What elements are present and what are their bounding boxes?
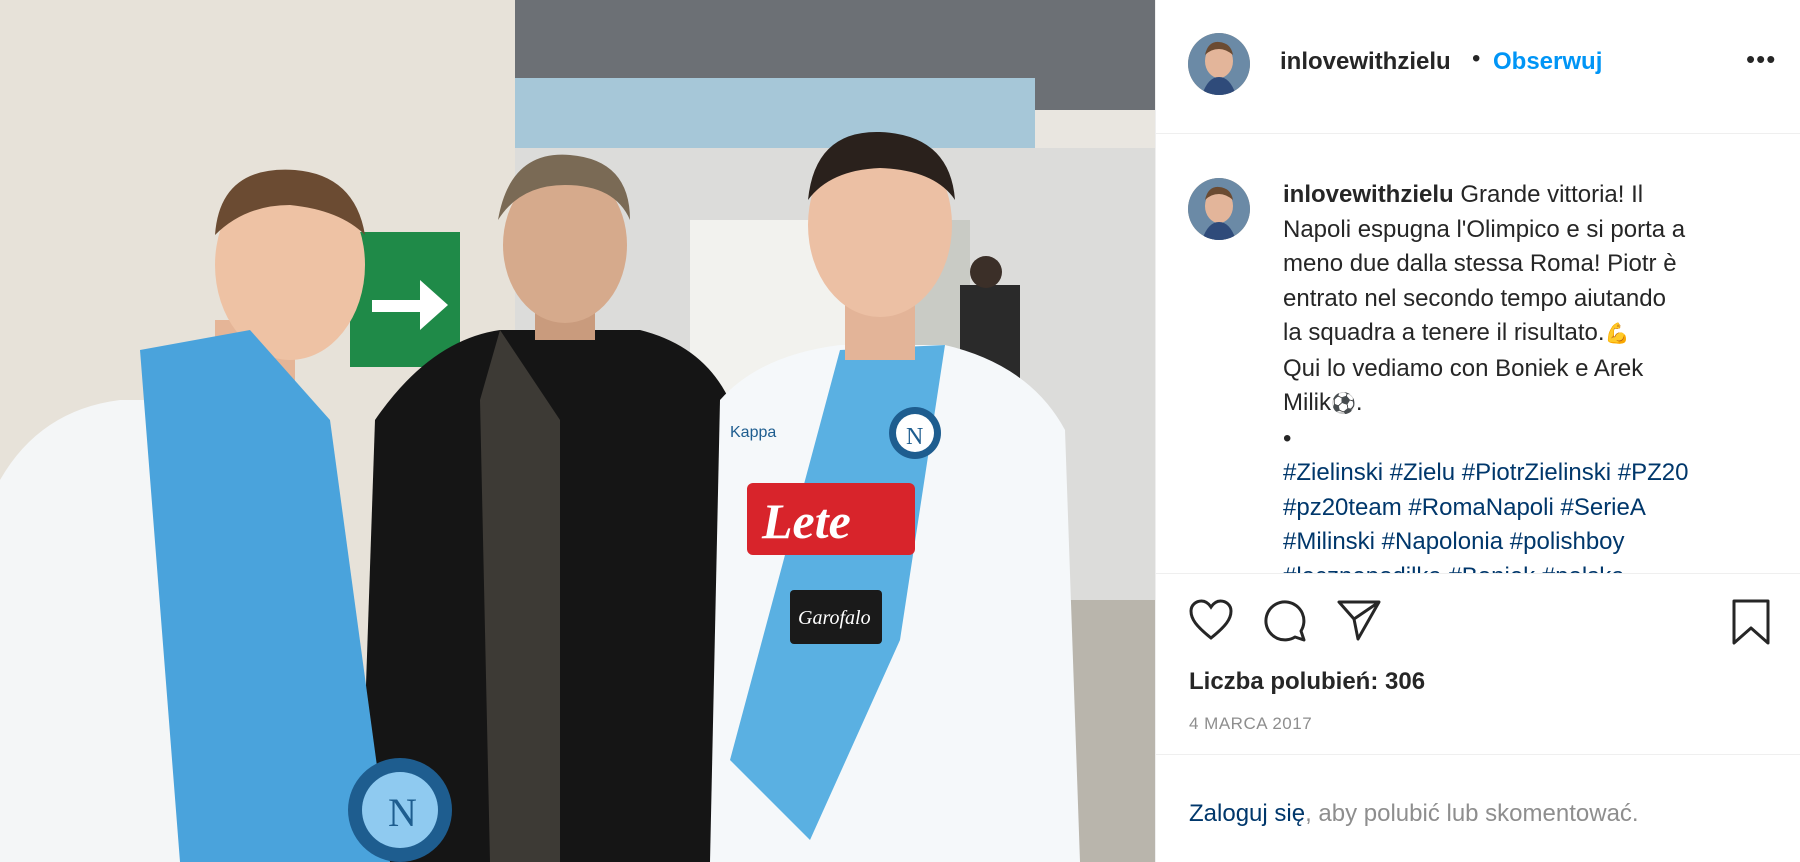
caption-text-line: Milik	[1283, 389, 1331, 416]
caption-text-line: entrato nel secondo tempo aiutando	[1283, 284, 1666, 312]
kit-text: Kappa	[730, 424, 776, 441]
brand-text: Garofalo	[798, 607, 871, 629]
instagram-post: N Lete Garofalo Kappa N inlovewithzielu …	[0, 0, 1800, 862]
avatar[interactable]	[1188, 33, 1250, 95]
caption-text-line: Napoli espugna l'Olimpico e si porta a	[1283, 215, 1686, 243]
caption-text-line: Qui lo vediamo con Boniek e Arek	[1283, 354, 1644, 382]
post-caption: inlovewithzielu Grande vittoria! Il Napo…	[1283, 178, 1753, 574]
comment-icon[interactable]	[1262, 598, 1308, 649]
caption-text-line: meno due dalla stessa Roma! Piotr è	[1283, 250, 1677, 277]
bookmark-icon[interactable]	[1730, 598, 1772, 651]
post-side-panel: inlovewithzielu • Obserwuj ••• inlovewit…	[1155, 0, 1800, 862]
hashtag-line[interactable]: #Milinski #Napolonia #polishboy	[1283, 525, 1753, 560]
avatar-image	[1188, 33, 1250, 95]
muscle-emoji-icon: 💪	[1604, 323, 1630, 345]
hashtag-line[interactable]: #pz20team #RomaNapoli #SerieA	[1283, 491, 1753, 526]
post-header: inlovewithzielu • Obserwuj •••	[1156, 0, 1800, 134]
caption-username[interactable]: inlovewithzielu	[1283, 181, 1454, 208]
post-actions: Liczba polubień: 306 4 MARCA 2017	[1156, 574, 1800, 814]
login-link[interactable]: Zaloguj się	[1189, 800, 1305, 827]
more-options-icon[interactable]: •••	[1746, 44, 1776, 75]
follow-button[interactable]: Obserwuj	[1493, 48, 1602, 76]
caption-text-line: la squadra a tenere il risultato.	[1283, 319, 1605, 346]
divider	[1156, 754, 1800, 755]
caption-bullet: •	[1283, 424, 1292, 452]
badge-text: N	[906, 424, 923, 450]
comments-section[interactable]: inlovewithzielu Grande vittoria! Il Napo…	[1156, 134, 1800, 574]
header-username[interactable]: inlovewithzielu	[1280, 48, 1451, 76]
caption-avatar[interactable]	[1188, 178, 1250, 240]
caption-text-line: .	[1355, 389, 1363, 416]
likes-count[interactable]: Liczba polubień: 306	[1189, 668, 1425, 696]
header-separator: •	[1472, 45, 1481, 72]
login-prompt-text: , aby polubić lub skomentować.	[1305, 800, 1639, 827]
share-icon[interactable]	[1336, 598, 1382, 647]
scarf-badge-text: N	[388, 790, 417, 835]
hashtag-line[interactable]: #lecznepodilka #Boniek #polska	[1283, 560, 1753, 574]
heart-icon[interactable]	[1188, 598, 1234, 647]
hashtag-line[interactable]: #Zielinski #Zielu #PiotrZielinski #PZ20	[1283, 456, 1753, 491]
post-date[interactable]: 4 MARCA 2017	[1189, 714, 1312, 734]
post-photo[interactable]: N Lete Garofalo Kappa N	[0, 0, 1155, 862]
avatar-image	[1188, 178, 1250, 240]
login-prompt: Zaloguj się, aby polubić lub skomentować…	[1189, 800, 1639, 828]
caption-text-line: Grande vittoria! Il	[1460, 181, 1644, 208]
ball-emoji-icon: ⚽	[1331, 393, 1356, 415]
photo-illustration: N Lete Garofalo Kappa N	[0, 0, 1155, 862]
sponsor-text: Lete	[761, 493, 851, 549]
